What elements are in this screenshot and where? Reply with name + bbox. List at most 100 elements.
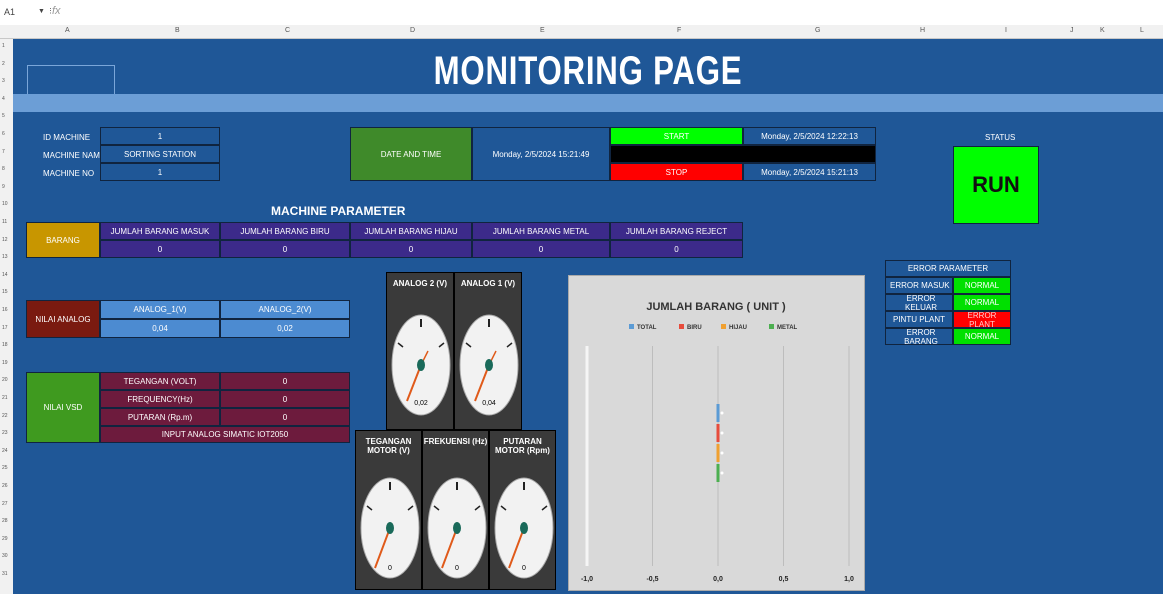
gauge-dial: 0 [494, 477, 554, 579]
row-header[interactable]: 26 [2, 483, 8, 489]
row-header[interactable]: 9 [2, 184, 5, 190]
gauge-value: 0 [455, 565, 459, 572]
row-header[interactable]: 11 [2, 219, 7, 225]
value-hijau[interactable]: 0 [350, 240, 472, 258]
error-status: NORMAL [953, 277, 1011, 294]
status-label: STATUS [985, 133, 1016, 142]
gauge-value: 0 [522, 565, 526, 572]
column-header[interactable]: K [1100, 27, 1105, 34]
value-masuk[interactable]: 0 [100, 240, 220, 258]
machine-parameter-title: MACHINE PARAMETER [271, 204, 406, 218]
error-status: NORMAL [953, 294, 1011, 311]
row-header[interactable]: 18 [2, 342, 8, 348]
row-header[interactable]: 2 [2, 61, 5, 67]
row-header[interactable]: 12 [2, 237, 8, 243]
row-header[interactable]: 19 [2, 360, 8, 366]
row-header[interactable]: 1 [2, 43, 5, 49]
name-box[interactable]: A1 [4, 7, 15, 17]
chart-title: JUMLAH BARANG ( UNIT ) [646, 301, 786, 313]
gauge-title: ANALOG 1 (V) [460, 279, 516, 288]
vsd-label: NILAI VSD [26, 372, 100, 443]
row-header[interactable]: 10 [2, 201, 8, 207]
row-header[interactable]: 8 [2, 166, 5, 172]
vsd-tegangan-value[interactable]: 0 [220, 372, 350, 390]
analog1-value[interactable]: 0,04 [100, 319, 220, 338]
row-header[interactable]: 16 [2, 307, 8, 313]
machine-name-value[interactable]: SORTING STATION [100, 145, 220, 163]
row-header[interactable]: 5 [2, 113, 5, 119]
time-separator [610, 145, 876, 163]
page-title: MONITORING PAGE [433, 49, 743, 93]
machine-no-value[interactable]: 1 [100, 163, 220, 181]
vsd-frequency-label: FREQUENCY(Hz) [100, 390, 220, 408]
column-header[interactable]: G [815, 27, 820, 34]
row-header[interactable]: 20 [2, 377, 8, 383]
row-header[interactable]: 28 [2, 518, 8, 524]
column-header[interactable]: B [175, 27, 180, 34]
formula-bar: A1 ▼ ⋮ fx [0, 0, 1163, 26]
row-header[interactable]: 24 [2, 448, 8, 454]
row-header[interactable]: 25 [2, 465, 8, 471]
row-header[interactable]: 14 [2, 272, 8, 278]
gauge-dial: 0 [360, 477, 420, 579]
row-header[interactable]: 30 [2, 553, 8, 559]
stop-label: STOP [610, 163, 743, 181]
column-header[interactable]: C [285, 27, 290, 34]
column-header[interactable]: H [920, 27, 925, 34]
gauge-value: 0 [388, 565, 392, 572]
column-header[interactable]: D [410, 27, 415, 34]
row-header[interactable]: 29 [2, 536, 8, 542]
row-header[interactable]: 31 [2, 571, 8, 577]
legend-label: METAL [777, 325, 798, 331]
gauge-title: ANALOG 2 (V) [392, 279, 448, 288]
row-headers: 1 2 3 4 5 6 7 8 9 10 11 12 13 14 15 16 17 18 19 20 21 22 23 24 2… [0, 39, 14, 594]
legend-label: HIJAU [729, 325, 747, 331]
row-header[interactable]: 13 [2, 254, 8, 260]
error-label: ERROR MASUK [885, 277, 953, 294]
row-header[interactable]: 23 [2, 430, 8, 436]
vsd-frequency-value[interactable]: 0 [220, 390, 350, 408]
bar-marker [720, 451, 724, 455]
row-header[interactable]: 3 [2, 78, 5, 84]
header-biru: JUMLAH BARANG BIRU [220, 222, 350, 240]
column-header[interactable]: L [1140, 27, 1144, 34]
column-header[interactable]: F [677, 27, 681, 34]
column-header[interactable]: A [65, 27, 70, 34]
machine-no-label: MACHINE NO [43, 169, 95, 178]
row-header[interactable]: 15 [2, 289, 8, 295]
gauge-title: TEGANGAN MOTOR (V) [365, 437, 412, 455]
x-tick-label: 1,0 [844, 576, 854, 583]
column-header[interactable]: J [1070, 27, 1074, 34]
chart-legend: TOTAL BIRU HIJAU METAL [629, 324, 798, 331]
gauge-value: 0,02 [414, 400, 428, 407]
row-header[interactable]: 22 [2, 413, 8, 419]
value-biru[interactable]: 0 [220, 240, 350, 258]
column-header[interactable]: I [1005, 27, 1007, 34]
gauge-dial: 0,04 [459, 314, 519, 416]
bar-marker [720, 471, 724, 475]
analog2-value[interactable]: 0,02 [220, 319, 350, 338]
row-header[interactable]: 17 [2, 325, 8, 331]
value-reject[interactable]: 0 [610, 240, 743, 258]
x-tick-label: 0,0 [713, 576, 723, 583]
row-header[interactable]: 21 [2, 395, 8, 401]
row-header[interactable]: 27 [2, 501, 8, 507]
row-header[interactable]: 4 [2, 96, 5, 102]
row-header[interactable]: 7 [2, 149, 5, 155]
gauge-analog1: ANALOG 1 (V) 0,04 [454, 272, 522, 430]
gauge-dial: 0,02 [391, 314, 451, 416]
gauge-tegangan-motor: TEGANGAN MOTOR (V) 0 [355, 430, 422, 590]
legend-label: BIRU [687, 325, 702, 331]
error-label: PINTU PLANT [885, 311, 953, 328]
status-badge: RUN [953, 146, 1039, 224]
chart-bar [716, 404, 720, 422]
machine-id-value[interactable]: 1 [100, 127, 220, 145]
vsd-putaran-value[interactable]: 0 [220, 408, 350, 426]
value-metal[interactable]: 0 [472, 240, 610, 258]
dashboard-sheet: MONITORING PAGE ID MACHINE MACHINE NAME … [13, 39, 1163, 594]
x-tick-label: 0,5 [779, 576, 789, 583]
start-time: Monday, 2/5/2024 12:22:13 [743, 127, 876, 145]
column-header[interactable]: E [540, 27, 545, 34]
row-header[interactable]: 6 [2, 131, 5, 137]
gauge-title: PUTARAN MOTOR (Rpm) [495, 437, 550, 455]
